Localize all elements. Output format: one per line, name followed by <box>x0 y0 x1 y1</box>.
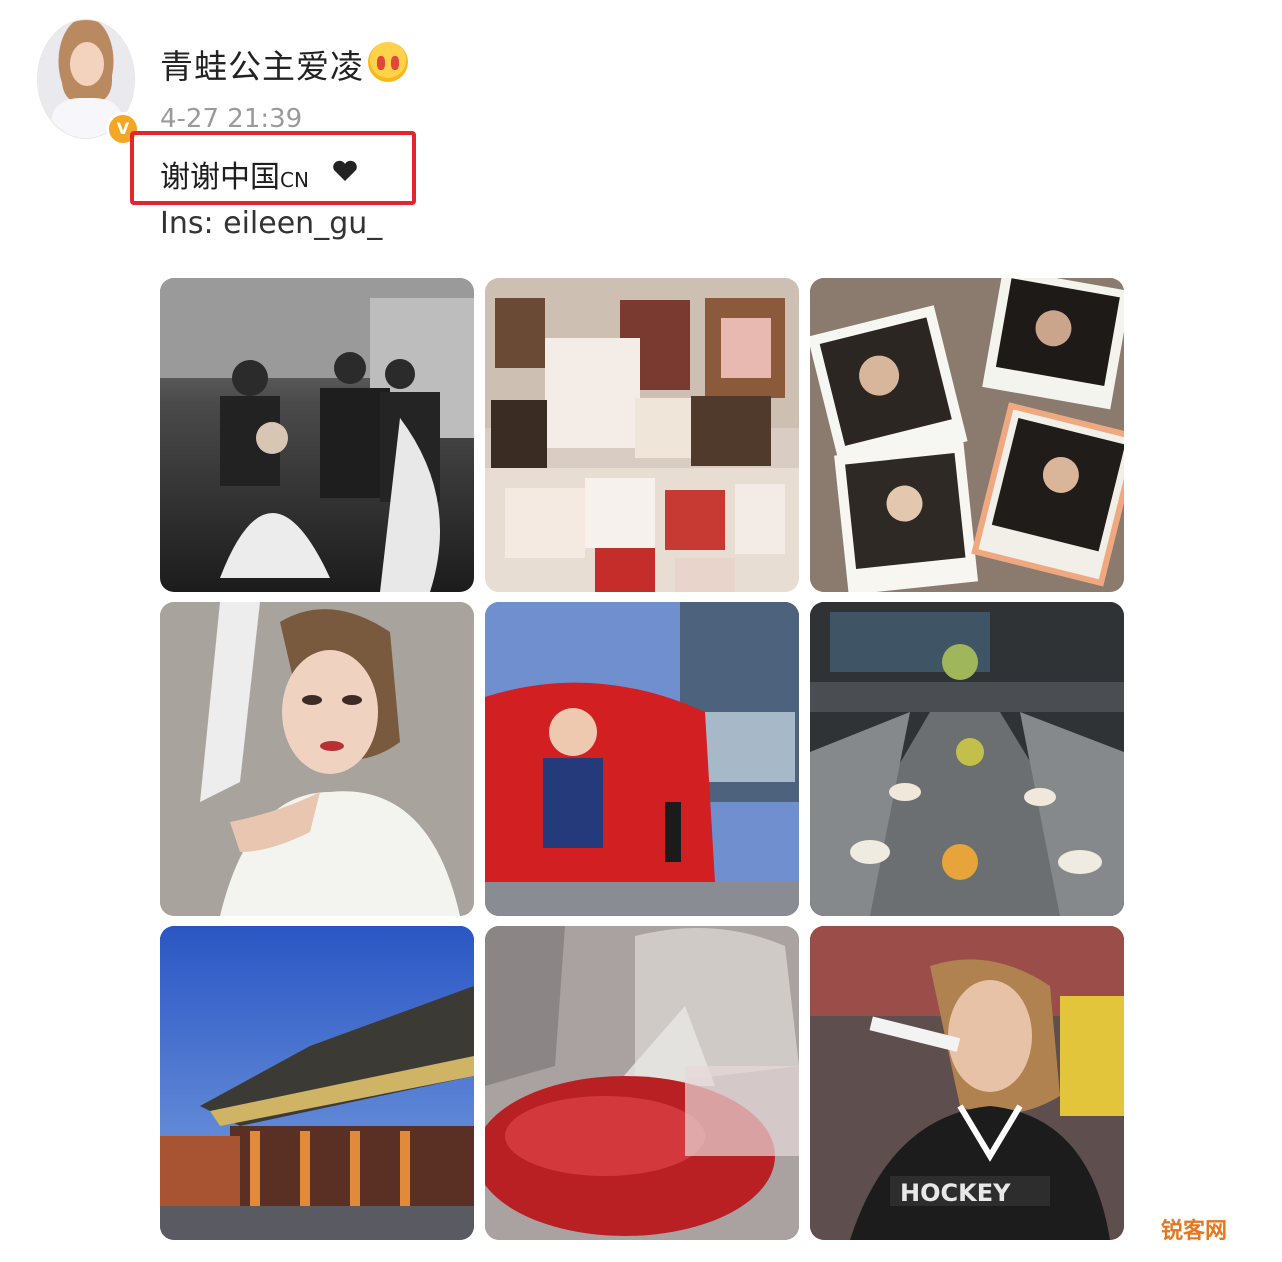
photo-polaroids[interactable] <box>810 278 1124 592</box>
post-text-ins: Ins: eileen_gu_ <box>160 206 383 241</box>
photo-jersey-selfie[interactable]: HOCKEY <box>810 926 1124 1240</box>
highlight-annotation-box <box>130 131 416 205</box>
emoji-badge-icon <box>368 42 408 82</box>
photo-red-screen-plaza[interactable] <box>485 602 799 916</box>
avatar-face <box>70 42 104 86</box>
photo-bw-makeup[interactable] <box>160 278 474 592</box>
photo-portrait-white-robe[interactable] <box>160 602 474 916</box>
photo-framed-artworks[interactable] <box>485 278 799 592</box>
photo-banquet-table[interactable] <box>810 602 1124 916</box>
photo-palace-night[interactable] <box>160 926 474 1240</box>
watermark-label: 锐客网 <box>1161 1219 1228 1244</box>
photo-red-roses-stage[interactable] <box>485 926 799 1240</box>
svg-text:HOCKEY: HOCKEY <box>900 1179 1011 1207</box>
post-timestamp[interactable]: 4-27 21:39 <box>160 104 302 134</box>
username[interactable]: 青蛙公主爱凌 <box>160 40 364 88</box>
